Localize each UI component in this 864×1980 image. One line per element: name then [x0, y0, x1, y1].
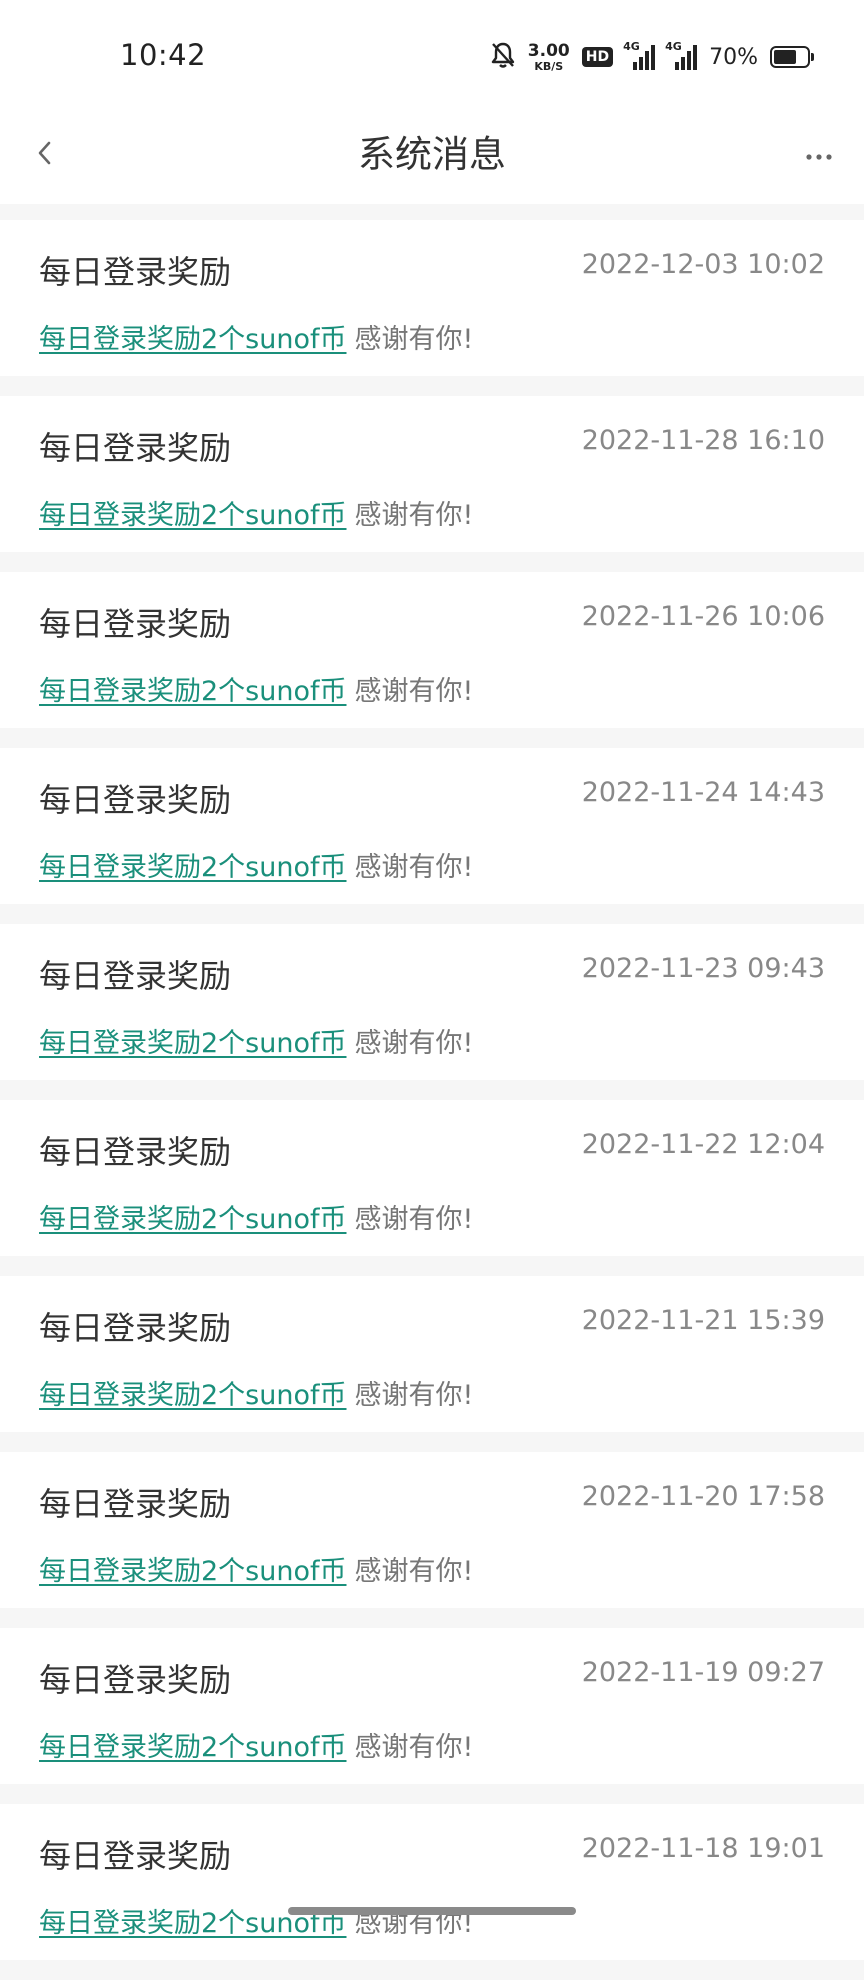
message-item[interactable]: 每日登录奖励 2022-12-03 10:02 每日登录奖励2个sunof币 感谢有你… — [0, 220, 864, 376]
message-link[interactable]: 每日登录奖励2个sunof币 — [39, 1380, 347, 1411]
message-link[interactable]: 每日登录奖励2个sunof币 — [39, 1732, 347, 1763]
message-suffix: 感谢有你! — [354, 1380, 474, 1411]
message-item[interactable]: 每日登录奖励 2022-11-19 09:27 每日登录奖励2个sunof币 感谢有你… — [0, 1628, 864, 1784]
message-title: 每日登录奖励 — [39, 957, 232, 995]
message-time: 2022-11-20 17:58 — [581, 1481, 825, 1512]
status-bar: 10:42 3.00 KB/S HD 4G 4G 70% — [0, 0, 864, 110]
message-item[interactable]: 每日登录奖励 2022-11-21 15:39 每日登录奖励2个sunof币 感谢有你… — [0, 1276, 864, 1432]
message-link[interactable]: 每日登录奖励2个sunof币 — [39, 676, 347, 707]
battery-percent: 70% — [709, 44, 758, 70]
message-time: 2022-11-22 12:04 — [581, 1129, 825, 1160]
sim2-label: 4G — [665, 40, 682, 53]
message-title: 每日登录奖励 — [39, 1661, 232, 1699]
message-item[interactable]: 每日登录奖励 2022-11-20 17:58 每日登录奖励2个sunof币 感谢有你… — [0, 1452, 864, 1608]
message-title: 每日登录奖励 — [39, 429, 232, 467]
message-body: 每日登录奖励2个sunof币 感谢有你! — [39, 1021, 473, 1060]
home-indicator[interactable] — [288, 1907, 576, 1915]
message-title: 每日登录奖励 — [39, 781, 232, 819]
message-title: 每日登录奖励 — [39, 253, 232, 291]
message-link[interactable]: 每日登录奖励2个sunof币 — [39, 1204, 347, 1235]
message-body: 每日登录奖励2个sunof币 感谢有你! — [39, 1197, 473, 1236]
message-title: 每日登录奖励 — [39, 1837, 232, 1875]
battery-fill — [774, 50, 796, 64]
message-item[interactable]: 每日登录奖励 2022-11-28 16:10 每日登录奖励2个sunof币 感谢有你… — [0, 396, 864, 552]
message-link[interactable]: 每日登录奖励2个sunof币 — [39, 1556, 347, 1587]
message-body: 每日登录奖励2个sunof币 感谢有你! — [39, 1725, 473, 1764]
message-list: 每日登录奖励 2022-12-03 10:02 每日登录奖励2个sunof币 感谢有你… — [0, 220, 864, 1980]
message-time: 2022-11-23 09:43 — [581, 953, 825, 984]
nav-bar: 系统消息 — [0, 110, 864, 204]
message-item[interactable]: 每日登录奖励 2022-11-18 19:01 每日登录奖励2个sunof币 感谢有你… — [0, 1804, 864, 1960]
message-title: 每日登录奖励 — [39, 1133, 232, 1171]
hd-icon: HD — [581, 47, 614, 67]
message-link[interactable]: 每日登录奖励2个sunof币 — [39, 1028, 347, 1059]
message-suffix: 感谢有你! — [354, 852, 474, 883]
sim1-label: 4G — [623, 40, 640, 53]
message-time: 2022-11-19 09:27 — [581, 1657, 825, 1688]
status-icons: 3.00 KB/S HD 4G 4G 70% — [490, 40, 814, 74]
network-speed-value: 3.00 — [527, 40, 570, 61]
message-suffix: 感谢有你! — [354, 676, 474, 707]
message-suffix: 感谢有你! — [354, 324, 474, 355]
message-link[interactable]: 每日登录奖励2个sunof币 — [39, 324, 347, 355]
message-link[interactable]: 每日登录奖励2个sunof币 — [39, 852, 347, 883]
message-time: 2022-11-21 15:39 — [581, 1305, 825, 1336]
ellipsis-icon — [805, 146, 833, 165]
page-title: 系统消息 — [358, 133, 506, 176]
message-item[interactable]: 每日登录奖励 2022-11-24 14:43 每日登录奖励2个sunof币 感谢有你… — [0, 748, 864, 904]
message-time: 2022-11-24 14:43 — [581, 777, 825, 808]
message-title: 每日登录奖励 — [39, 1485, 232, 1523]
message-title: 每日登录奖励 — [39, 605, 232, 643]
message-body: 每日登录奖励2个sunof币 感谢有你! — [39, 1373, 473, 1412]
message-time: 2022-11-28 16:10 — [581, 425, 825, 456]
message-time: 2022-11-26 10:06 — [581, 601, 825, 632]
message-title: 每日登录奖励 — [39, 1309, 232, 1347]
message-time: 2022-11-18 19:01 — [581, 1833, 825, 1864]
message-item[interactable]: 每日登录奖励 2022-11-26 10:06 每日登录奖励2个sunof币 感谢有你… — [0, 572, 864, 728]
message-suffix: 感谢有你! — [354, 1556, 474, 1587]
battery-icon — [770, 46, 814, 68]
message-item[interactable]: 每日登录奖励 2022-11-22 12:04 每日登录奖励2个sunof币 感谢有你… — [0, 1100, 864, 1256]
network-speed-unit: KB/S — [534, 59, 564, 73]
message-body: 每日登录奖励2个sunof币 感谢有你! — [39, 845, 473, 884]
network-speed: 3.00 KB/S — [527, 40, 570, 73]
status-time: 10:42 — [120, 38, 207, 72]
message-suffix: 感谢有你! — [354, 1028, 474, 1059]
more-button[interactable] — [794, 130, 844, 180]
message-body: 每日登录奖励2个sunof币 感谢有你! — [39, 1549, 473, 1588]
message-link[interactable]: 每日登录奖励2个sunof币 — [39, 500, 347, 531]
message-body: 每日登录奖励2个sunof币 感谢有你! — [39, 317, 473, 356]
message-body: 每日登录奖励2个sunof币 感谢有你! — [39, 493, 473, 532]
signal-icon: 4G — [623, 40, 656, 70]
message-suffix: 感谢有你! — [354, 500, 474, 531]
message-suffix: 感谢有你! — [354, 1732, 474, 1763]
message-item[interactable]: 每日登录奖励 2022-11-23 09:43 每日登录奖励2个sunof币 感谢有你… — [0, 924, 864, 1080]
signal-icon: 4G — [665, 40, 698, 70]
message-suffix: 感谢有你! — [354, 1204, 474, 1235]
message-time: 2022-12-03 10:02 — [581, 249, 825, 280]
bell-muted-icon — [490, 41, 516, 73]
message-body: 每日登录奖励2个sunof币 感谢有你! — [39, 669, 473, 708]
